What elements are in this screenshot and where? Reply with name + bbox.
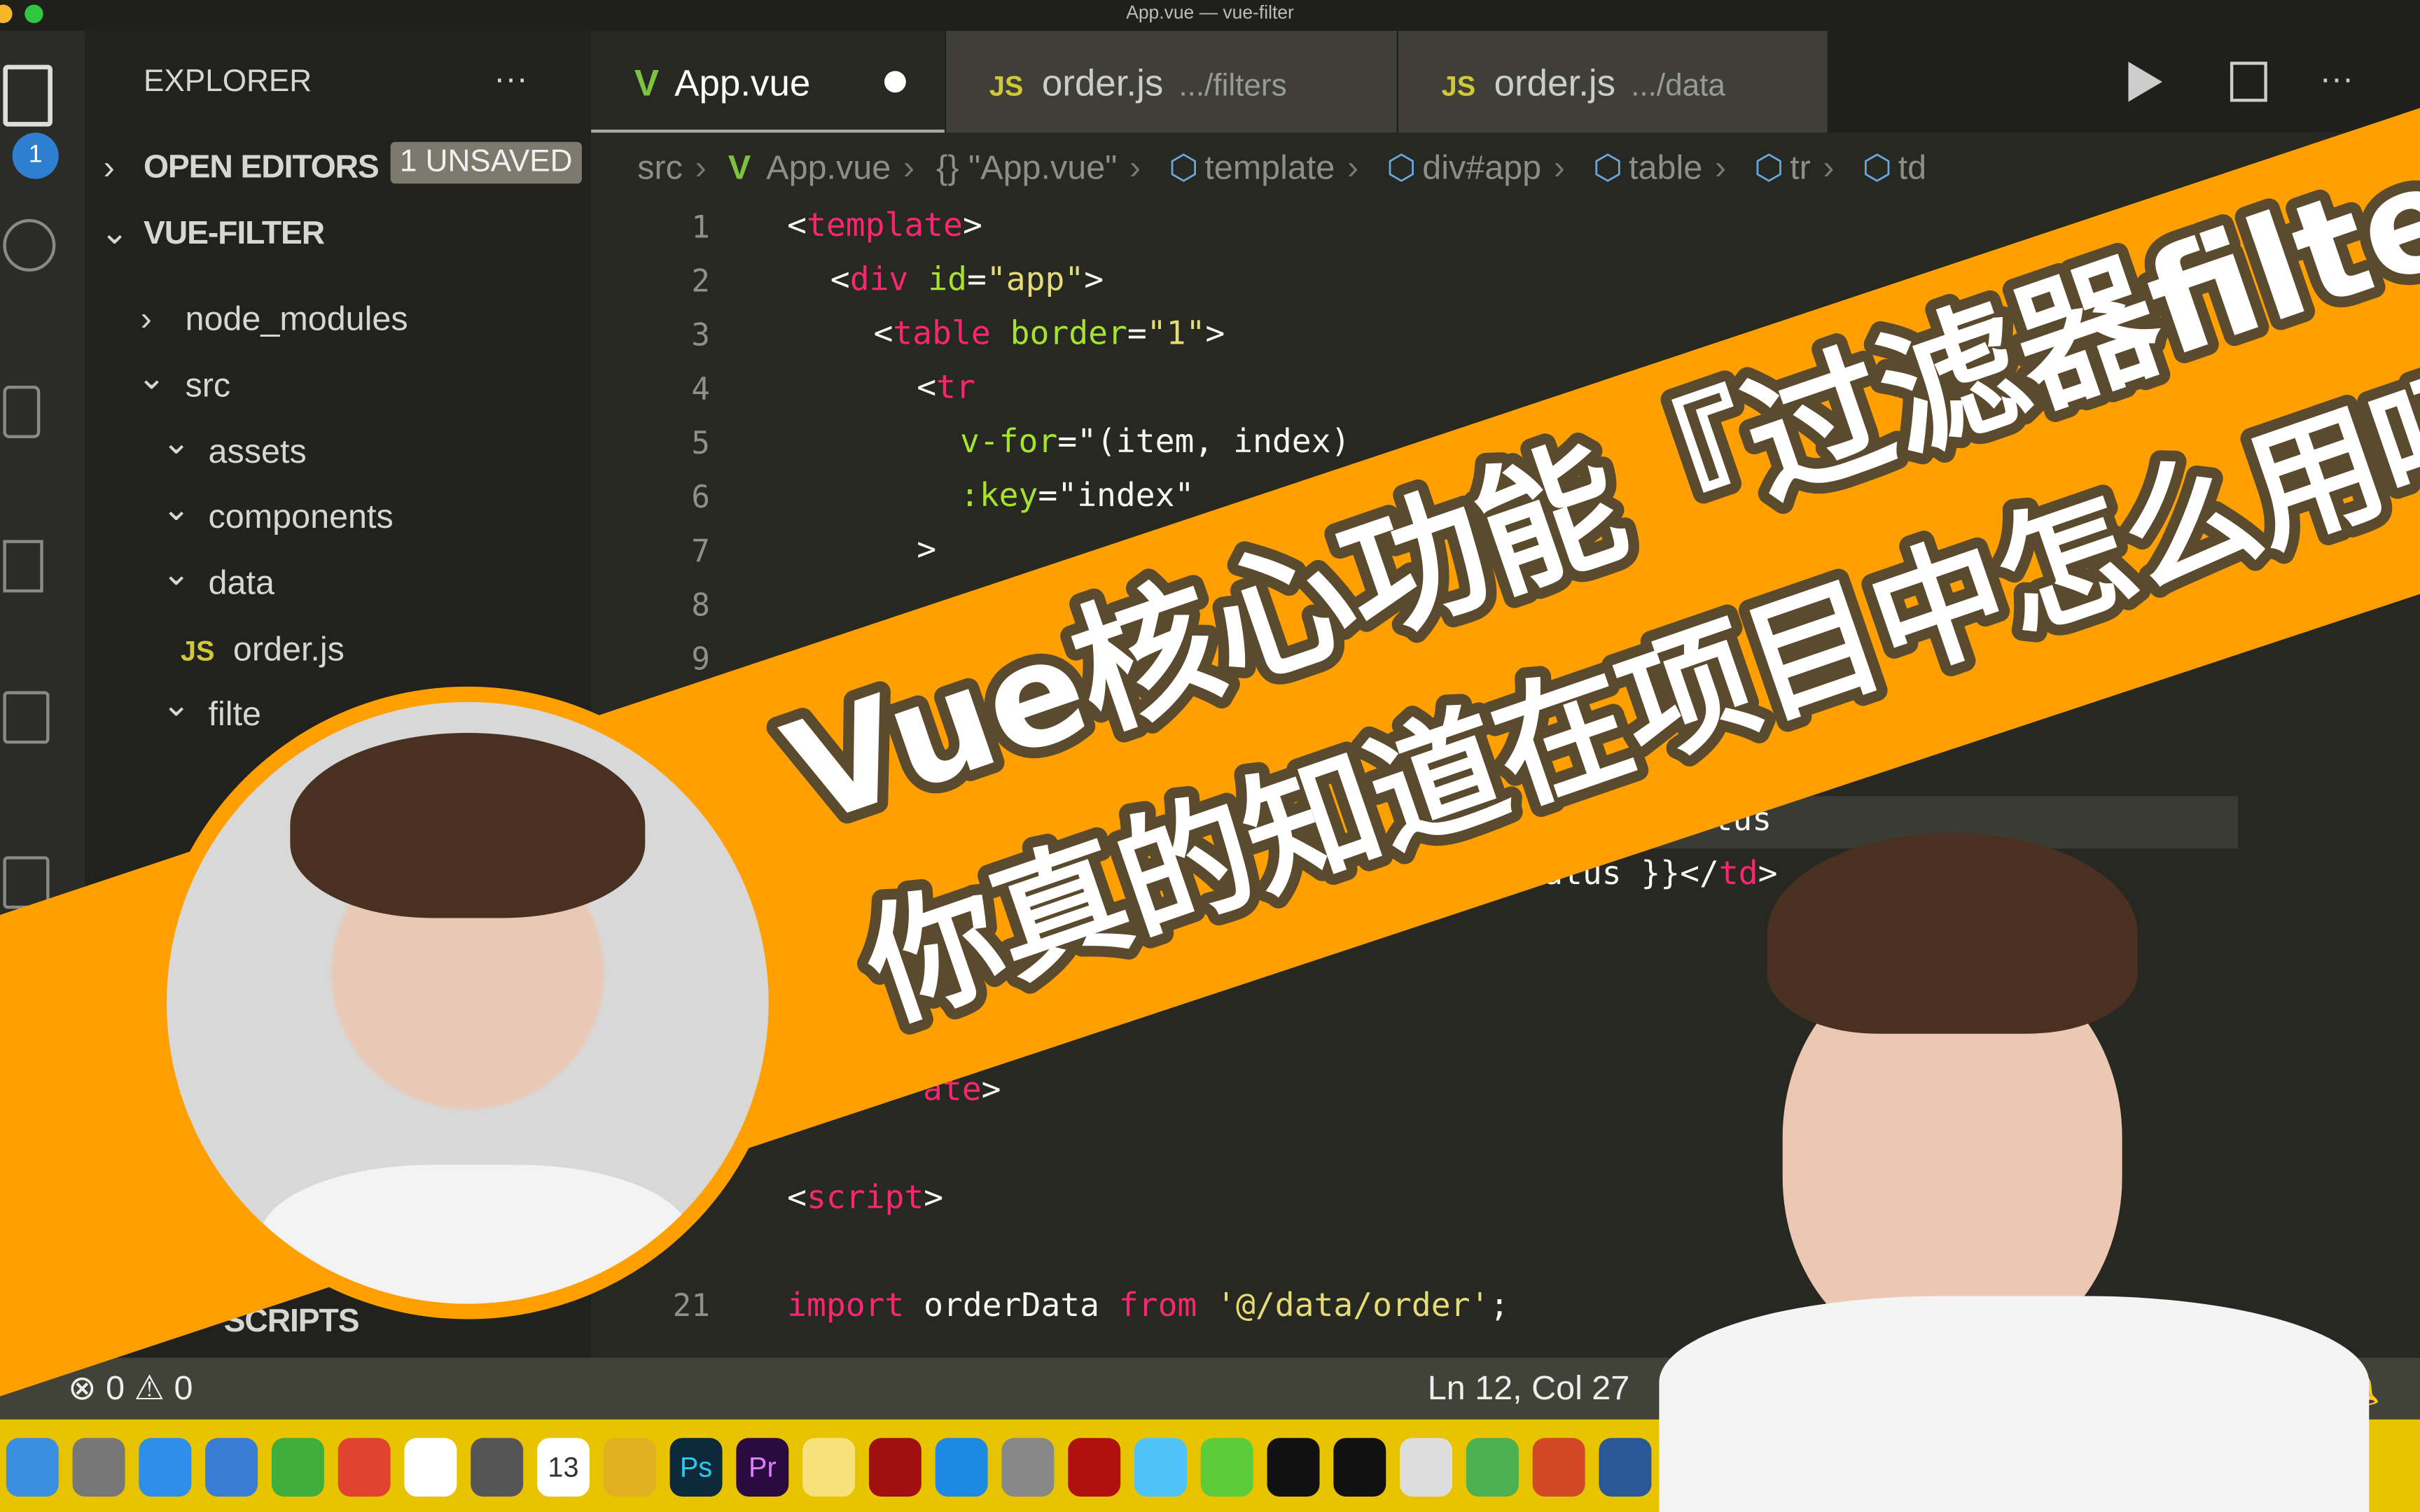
- hair: [290, 732, 646, 918]
- shirt: [1659, 1296, 2370, 1512]
- screen: App.vue — vue-filter 1 EXPLORER ··· › OP…: [0, 0, 2420, 1512]
- hair: [1767, 833, 2138, 1034]
- shirt: [259, 1165, 692, 1304]
- presenter-video: [167, 701, 769, 1304]
- presenter-overlay: [1659, 833, 2370, 1512]
